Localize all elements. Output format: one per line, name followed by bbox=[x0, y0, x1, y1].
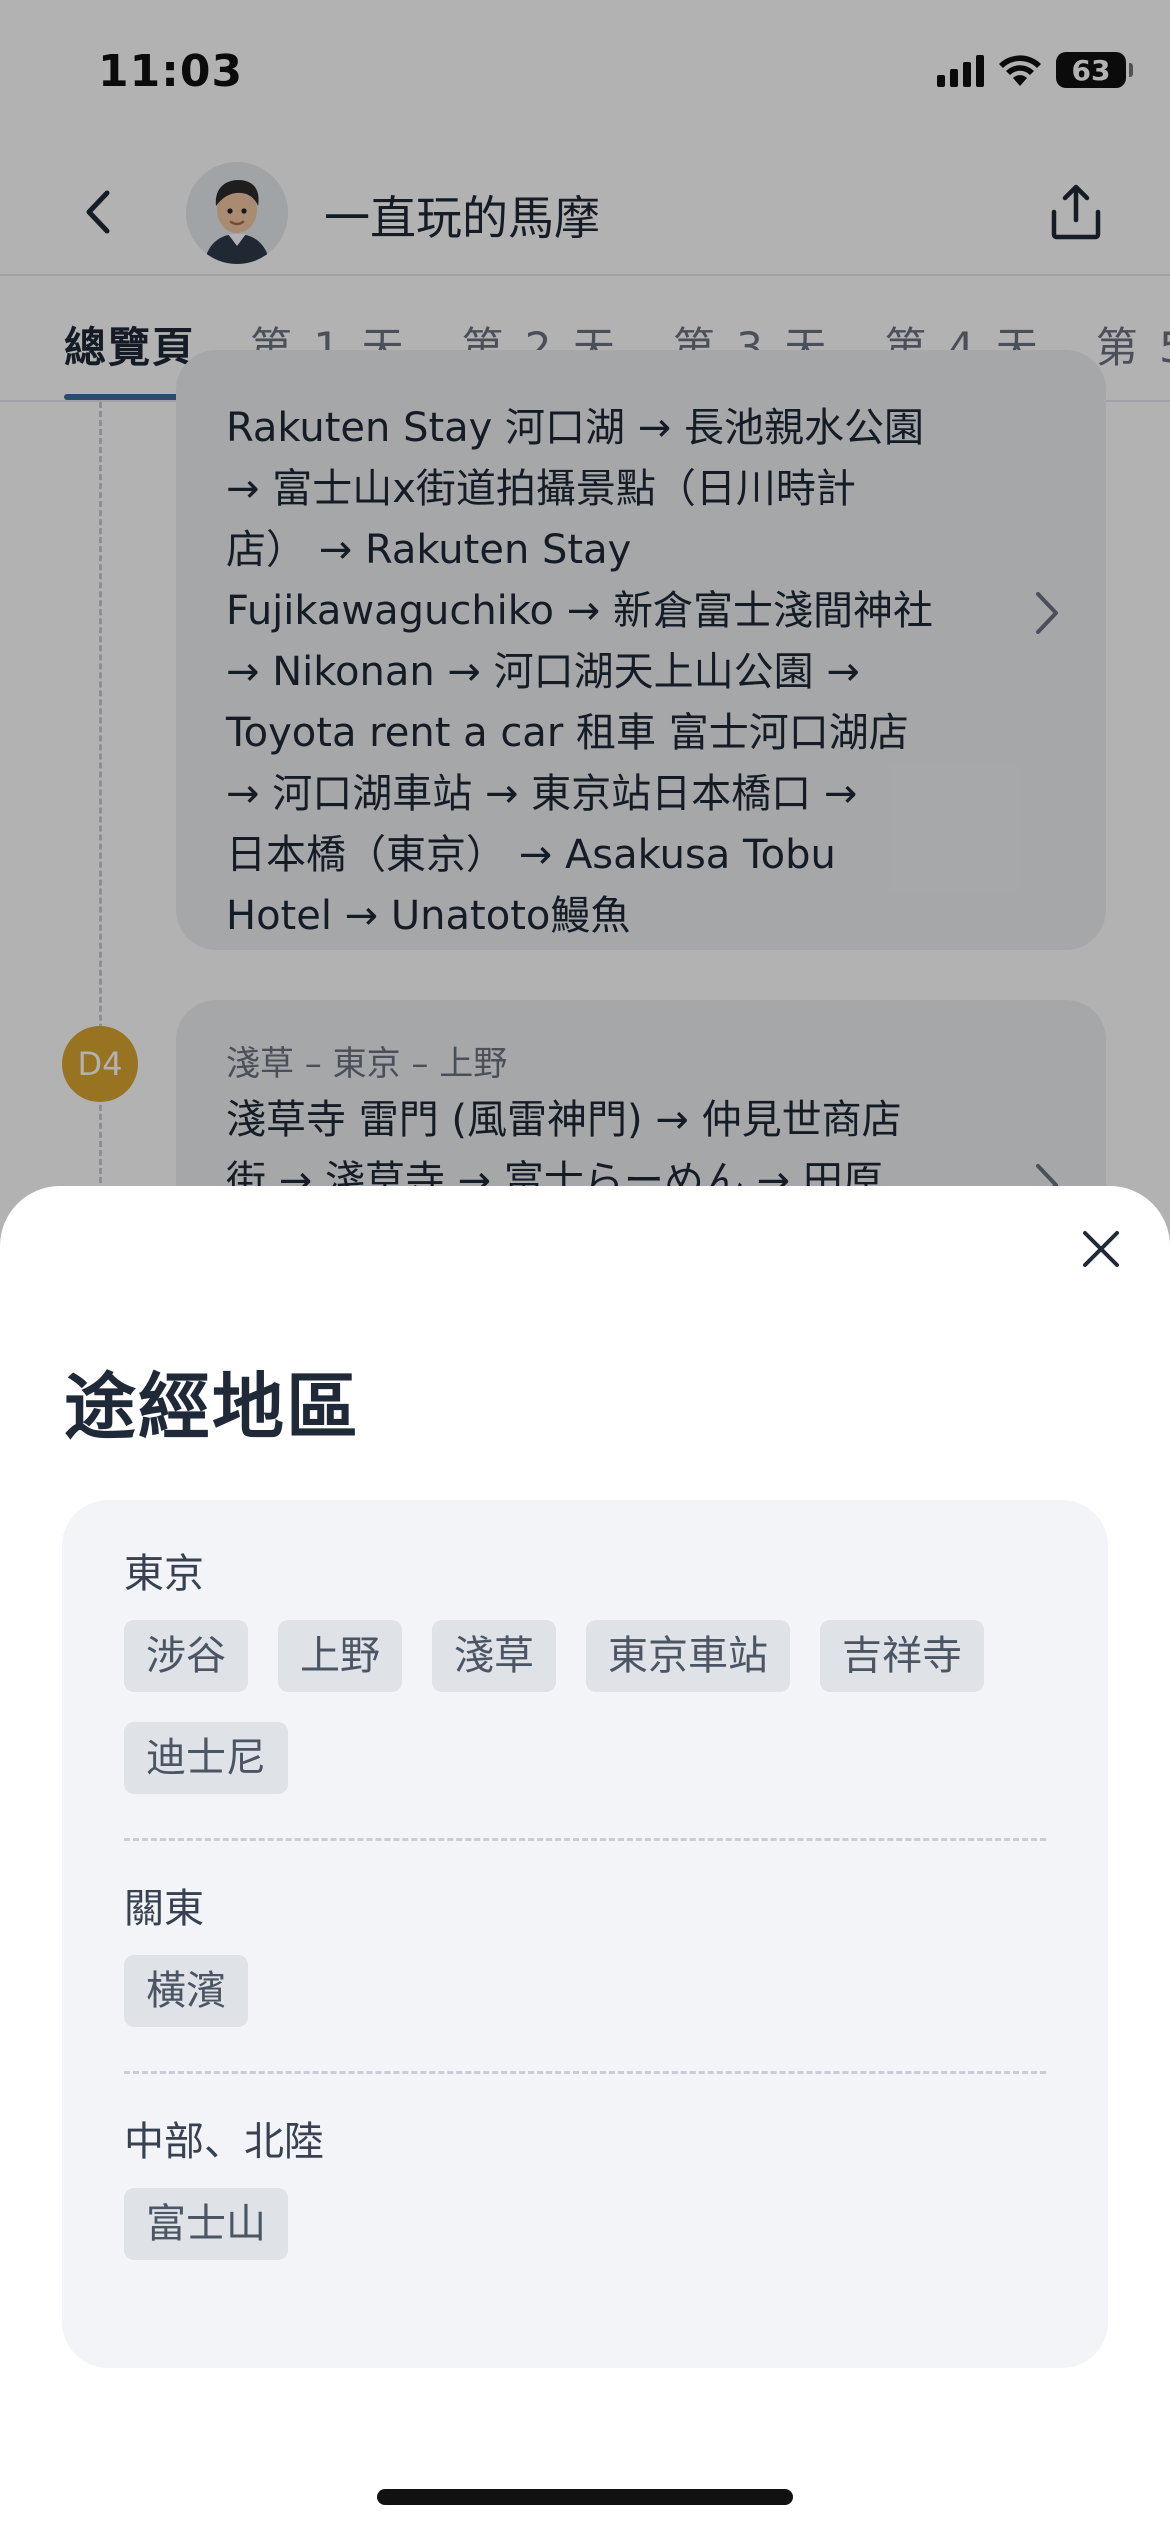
sheet-title: 途經地區 bbox=[64, 1365, 361, 1449]
place-chip[interactable]: 橫濱 bbox=[124, 1955, 248, 2027]
region-name: 中部、北陸 bbox=[124, 2119, 324, 2165]
region-divider bbox=[124, 2071, 1046, 2074]
close-icon bbox=[1083, 1231, 1119, 1267]
region-divider bbox=[124, 1838, 1046, 1841]
region-name: 關東 bbox=[124, 1886, 204, 1932]
place-chip[interactable]: 上野 bbox=[278, 1620, 402, 1692]
region-group: 東京 涉谷 上野 淺草 東京車站 吉祥寺 迪士尼 bbox=[124, 1546, 1046, 1794]
place-chip[interactable]: 東京車站 bbox=[586, 1620, 790, 1692]
place-chip[interactable]: 涉谷 bbox=[124, 1620, 248, 1692]
place-chip[interactable]: 富士山 bbox=[124, 2188, 288, 2260]
close-button[interactable] bbox=[1068, 1216, 1134, 1282]
screen: 11:03 63 一直玩的馬摩 總覽頁 第 1 天 第 2 天 第 3 天 第 … bbox=[0, 0, 1170, 2532]
region-name: 東京 bbox=[124, 1551, 204, 1597]
region-group: 關東 橫濱 bbox=[124, 1881, 1046, 2027]
home-indicator bbox=[377, 2489, 793, 2505]
place-chip[interactable]: 吉祥寺 bbox=[820, 1620, 984, 1692]
place-chips: 富士山 bbox=[124, 2188, 1046, 2260]
region-list: 東京 涉谷 上野 淺草 東京車站 吉祥寺 迪士尼 關東 橫濱 中部、北陸 富士山 bbox=[62, 1500, 1108, 2368]
place-chips: 涉谷 上野 淺草 東京車站 吉祥寺 迪士尼 bbox=[124, 1620, 1046, 1794]
regions-bottom-sheet: 途經地區 東京 涉谷 上野 淺草 東京車站 吉祥寺 迪士尼 關東 橫濱 中部、北… bbox=[0, 1186, 1170, 2532]
place-chip[interactable]: 迪士尼 bbox=[124, 1722, 288, 1794]
place-chip[interactable]: 淺草 bbox=[432, 1620, 556, 1692]
region-group: 中部、北陸 富士山 bbox=[124, 2114, 1046, 2260]
place-chips: 橫濱 bbox=[124, 1955, 1046, 2027]
